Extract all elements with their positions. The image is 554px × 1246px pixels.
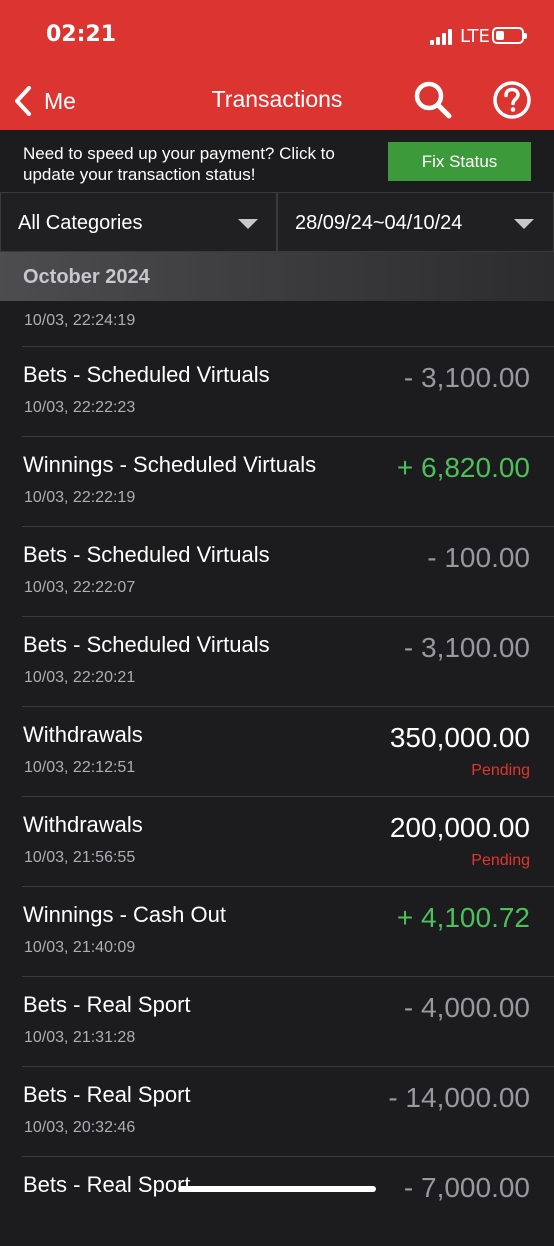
transaction-title: Bets - Real Sport — [23, 992, 191, 1017]
transaction-time: 10/03, 22:22:23 — [24, 399, 136, 416]
transaction-title: Bets - Real Sport — [23, 1172, 191, 1197]
fix-status-button[interactable]: Fix Status — [388, 142, 531, 181]
transaction-time: 10/03, 21:56:55 — [24, 849, 136, 866]
transaction-time: 10/03, 22:20:21 — [24, 669, 136, 686]
list-item[interactable]: Winnings - Cash Out 10/03, 21:40:09 + 4,10… — [22, 886, 554, 976]
caret-down-icon — [238, 219, 258, 229]
transaction-title: Winnings - Scheduled Virtuals — [23, 452, 317, 477]
transaction-amount: - 100.00 — [427, 542, 530, 573]
notice-text: Need to speed up your payment? Click to … — [23, 144, 335, 184]
home-indicator — [178, 1186, 376, 1192]
caret-down-icon — [514, 219, 534, 229]
transaction-time: 10/03, 20:32:46 — [24, 1119, 136, 1136]
help-icon[interactable] — [492, 80, 532, 120]
transaction-time: 10/03, 21:40:09 — [24, 939, 136, 956]
month-label: October 2024 — [23, 266, 150, 288]
transaction-time: 10/03, 22:22:07 — [24, 579, 136, 596]
transaction-amount: - 7,000.00 — [403, 1172, 530, 1203]
filter-bar: All Categories 28/09/24~04/10/24 — [0, 192, 554, 252]
list-item[interactable]: 10/03, 22:24:19 — [0, 301, 554, 346]
list-item[interactable]: Bets - Real Sport 10/03, 20:32:46 - 14,000… — [22, 1066, 554, 1156]
list-item[interactable]: Bets - Scheduled Virtuals 10/03, 22:20:21… — [22, 616, 554, 706]
transaction-title: Bets - Scheduled Virtuals — [23, 362, 270, 387]
date-range-filter[interactable]: 28/09/24~04/10/24 — [277, 192, 554, 252]
date-range-label: 28/09/24~04/10/24 — [295, 212, 463, 234]
list-item[interactable]: Withdrawals 10/03, 22:12:51 350,000.00 Pend… — [22, 706, 554, 796]
list-item[interactable]: Bets - Scheduled Virtuals 10/03, 22:22:07… — [22, 526, 554, 616]
signal-icon — [430, 29, 456, 45]
transaction-title: Bets - Scheduled Virtuals — [23, 632, 270, 657]
page-title: Transactions — [211, 86, 343, 112]
transaction-title: Winnings - Cash Out — [23, 902, 226, 927]
transaction-time: 10/03, 22:22:19 — [24, 489, 136, 506]
transaction-amount: 350,000.00 — [389, 722, 530, 753]
transaction-time: 10/03, 21:31:28 — [24, 1029, 136, 1046]
transaction-amount: - 3,100.00 — [403, 632, 530, 663]
category-filter-label: All Categories — [18, 212, 143, 234]
search-icon[interactable] — [412, 79, 454, 121]
transaction-status: Pending — [471, 852, 530, 869]
transaction-title: Bets - Scheduled Virtuals — [23, 542, 270, 567]
list-item[interactable]: Bets - Real Sport 10/03, 21:31:28 - 4,000.… — [22, 976, 554, 1066]
transaction-amount: - 14,000.00 — [388, 1082, 530, 1113]
transaction-status: Pending — [471, 762, 530, 779]
list-item[interactable]: Winnings - Scheduled Virtuals 10/03, 22:2… — [22, 436, 554, 526]
transaction-amount: - 4,000.00 — [403, 992, 530, 1023]
list-item[interactable]: Bets - Real Sport - 7,000.00 — [22, 1156, 554, 1246]
transaction-list: 10/03, 22:24:19 Bets - Scheduled Virtual… — [0, 301, 554, 1246]
transaction-time: 10/03, 22:24:19 — [24, 312, 136, 329]
category-filter[interactable]: All Categories — [0, 192, 277, 252]
transaction-amount: + 6,820.00 — [396, 452, 530, 483]
month-section-header: October 2024 — [0, 252, 554, 301]
transaction-title: Withdrawals — [23, 812, 143, 837]
transaction-amount: - 3,100.00 — [403, 362, 530, 393]
transaction-time: 10/03, 22:12:51 — [24, 759, 136, 776]
network-label: LTE — [460, 26, 490, 47]
transaction-amount: 200,000.00 — [389, 812, 530, 843]
nav-bar: Me Transactions — [0, 72, 554, 130]
list-item[interactable]: Withdrawals 10/03, 21:56:55 200,000.00 Pend… — [22, 796, 554, 886]
transaction-title: Bets - Real Sport — [23, 1082, 191, 1107]
transaction-amount: + 4,100.72 — [396, 902, 530, 933]
status-bar: 02:21 LTE — [0, 0, 554, 72]
battery-icon — [492, 27, 527, 44]
transaction-title: Withdrawals — [23, 722, 143, 747]
status-notice: Need to speed up your payment? Click to … — [0, 130, 554, 192]
list-item[interactable]: Bets - Scheduled Virtuals 10/03, 22:22:23… — [22, 346, 554, 436]
status-time: 02:21 — [46, 22, 117, 47]
